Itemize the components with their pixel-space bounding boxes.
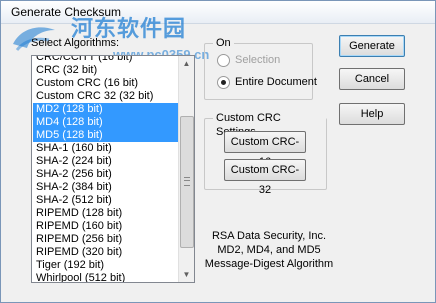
- radio-checked-dot: [221, 80, 226, 85]
- algorithm-info: RSA Data Security, Inc. MD2, MD4, and MD…: [199, 229, 339, 271]
- radio-selection-circle[interactable]: [217, 54, 230, 67]
- custom-crc32-button-label: Custom CRC-32: [230, 164, 300, 196]
- on-group: On Selection Entire Document: [204, 36, 317, 100]
- radio-selection-label: Selection: [235, 54, 281, 66]
- algorithm-list-item[interactable]: MD4 (128 bit): [33, 116, 181, 129]
- scroll-down-icon: ▼: [182, 270, 191, 279]
- algorithm-list-item[interactable]: CRC/CCITT (16 bit): [33, 56, 181, 64]
- algorithm-list-item[interactable]: Custom CRC 32 (32 bit): [33, 90, 181, 103]
- algorithm-list-item[interactable]: Whirlpool (512 bit): [33, 272, 181, 282]
- algorithm-list-item[interactable]: MD5 (128 bit): [33, 129, 181, 142]
- algorithm-list-item[interactable]: SHA-1 (160 bit): [33, 142, 181, 155]
- radio-entire-document-circle[interactable]: [217, 76, 230, 89]
- generate-button[interactable]: Generate: [339, 35, 405, 57]
- algorithm-list-item[interactable]: SHA-2 (512 bit): [33, 194, 181, 207]
- scrollbar-grip-icon: [184, 177, 190, 186]
- custom-crc-settings-group: Custom CRC Settings Custom CRC-16 Custom…: [204, 111, 327, 196]
- vertical-scrollbar[interactable]: ▲ ▼: [178, 56, 194, 282]
- scrollbar-thumb[interactable]: [180, 116, 194, 248]
- algorithm-list-item[interactable]: RIPEMD (128 bit): [33, 207, 181, 220]
- algorithm-list-item[interactable]: RIPEMD (320 bit): [33, 246, 181, 259]
- algorithm-list-item[interactable]: CRC (32 bit): [33, 64, 181, 77]
- algorithm-list-item[interactable]: SHA-2 (224 bit): [33, 155, 181, 168]
- info-line-1: RSA Data Security, Inc.: [211, 230, 327, 242]
- title-bar[interactable]: Generate Checksum: [1, 1, 435, 24]
- algorithm-list-item[interactable]: RIPEMD (256 bit): [33, 233, 181, 246]
- on-group-label: On: [213, 36, 234, 50]
- generate-button-label: Generate: [349, 40, 395, 52]
- algorithm-list-item[interactable]: SHA-2 (256 bit): [33, 168, 181, 181]
- algorithm-list-item[interactable]: RIPEMD (160 bit): [33, 220, 181, 233]
- info-line-3: Message-Digest Algorithm: [204, 258, 334, 270]
- help-button-label: Help: [360, 108, 384, 120]
- help-button[interactable]: Help: [339, 103, 405, 125]
- scroll-up-icon: ▲: [182, 59, 191, 68]
- scroll-up-button[interactable]: ▲: [179, 56, 194, 71]
- custom-crc32-button[interactable]: Custom CRC-32: [224, 159, 306, 196]
- algorithm-list-item[interactable]: SHA-2 (384 bit): [33, 181, 181, 194]
- algorithm-list-item[interactable]: Custom CRC (16 bit): [33, 77, 181, 90]
- algorithm-list-item[interactable]: Tiger (192 bit): [33, 259, 181, 272]
- scroll-down-button[interactable]: ▼: [179, 267, 194, 282]
- info-line-2: MD2, MD4, and MD5: [217, 244, 321, 256]
- select-algorithms-label: Select Algorithms:: [31, 37, 120, 49]
- algorithm-list-item[interactable]: MD2 (128 bit): [33, 103, 181, 116]
- radio-entire-document-label: Entire Document: [235, 76, 317, 88]
- cancel-button-label: Cancel: [354, 73, 390, 85]
- algorithms-listbox[interactable]: CRC/CCITT (16 bit) CRC (32 bit) Custom CRC…: [31, 55, 195, 283]
- custom-crc16-button[interactable]: Custom CRC-16: [224, 131, 306, 168]
- cancel-button[interactable]: Cancel: [339, 68, 405, 90]
- generate-checksum-dialog: Generate Checksum 河东软件园 www.pc0359.cn Se…: [0, 0, 436, 303]
